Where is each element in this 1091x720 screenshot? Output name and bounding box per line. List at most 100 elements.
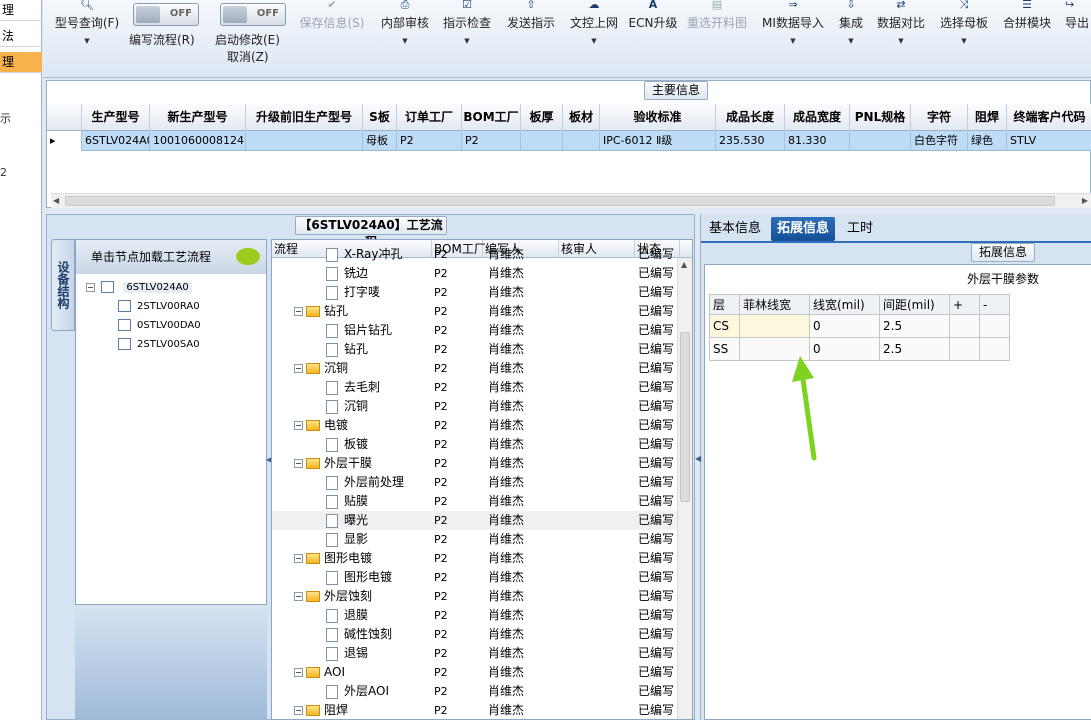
col-header[interactable]: 新生产型号 xyxy=(150,104,246,131)
cell[interactable]: 白色字符 xyxy=(911,131,968,151)
model-query-button[interactable]: 🔍︎ 型号查询(F) ▼ xyxy=(51,0,123,70)
list-item[interactable]: 钻孔 P2 肖维杰 已编写 xyxy=(272,340,678,359)
plus-cell[interactable] xyxy=(949,337,980,361)
list-item[interactable]: − 沉铜 P2 肖维杰 已编写 xyxy=(272,359,678,378)
col-header[interactable]: 字符 xyxy=(911,104,968,131)
tree-node-child[interactable]: 2STLV00RA0 xyxy=(118,299,200,315)
col-header[interactable]: 板厚 xyxy=(521,104,563,131)
collapse-icon[interactable]: − xyxy=(294,307,303,316)
list-item[interactable]: 铣边 P2 肖维杰 已编写 xyxy=(272,264,678,283)
line-width-cell[interactable]: 0 xyxy=(809,314,880,338)
list-item[interactable]: − 钻孔 P2 肖维杰 已编写 xyxy=(272,302,678,321)
collapse-icon[interactable]: − xyxy=(294,364,303,373)
nav-item-3-active[interactable]: 理 xyxy=(0,52,42,73)
scroll-up-icon[interactable]: ▲ xyxy=(681,260,687,269)
cell[interactable]: IPC-6012 Ⅱ级 xyxy=(600,131,716,151)
spacing-cell[interactable]: 2.5 xyxy=(879,337,950,361)
equipment-structure-tab[interactable]: 设备结构 xyxy=(51,239,75,331)
list-item[interactable]: 退锡 P2 肖维杰 已编写 xyxy=(272,644,678,663)
col-header[interactable]: 板材 xyxy=(563,104,600,131)
list-item[interactable]: 显影 P2 肖维杰 已编写 xyxy=(272,530,678,549)
tab-extended-info[interactable]: 拓展信息 xyxy=(771,217,836,241)
collapse-icon[interactable]: − xyxy=(86,282,95,292)
integrate-button[interactable]: ⇩ 集成 ▼ xyxy=(835,0,867,70)
minus-cell[interactable] xyxy=(979,337,1010,361)
list-item[interactable]: − 电镀 P2 肖维杰 已编写 xyxy=(272,416,678,435)
scroll-thumb[interactable] xyxy=(65,196,1055,206)
table-row[interactable]: ▸ 6STLV024A0 10010600081241 母板 P2 P2 IPC… xyxy=(47,131,1091,151)
col-header[interactable]: 订单工厂 xyxy=(397,104,462,131)
tab-work-hours[interactable]: 工时 xyxy=(841,217,879,241)
export-button[interactable]: ↪ 导出 xyxy=(1065,0,1091,70)
cancel-label[interactable]: 取消(Z) xyxy=(227,48,269,65)
horizontal-scrollbar[interactable]: ◀ ▶ xyxy=(51,193,1091,208)
tree-node-child[interactable]: 0STLV00DA0 xyxy=(118,318,201,334)
list-item[interactable]: − 外层干膜 P2 肖维杰 已编写 xyxy=(272,454,678,473)
internal-audit-button[interactable]: ⎙ 内部审核 ▼ xyxy=(377,0,433,70)
scroll-right-icon[interactable]: ▶ xyxy=(1082,196,1088,205)
enable-edit-toggle[interactable]: OFF xyxy=(220,3,286,26)
list-item[interactable]: − 外层蚀刻 P2 肖维杰 已编写 xyxy=(272,587,678,606)
collapse-icon[interactable]: − xyxy=(294,421,303,430)
scroll-left-icon[interactable]: ◀ xyxy=(53,196,59,205)
list-item[interactable]: 退膜 P2 肖维杰 已编写 xyxy=(272,606,678,625)
splitter-right-icon[interactable]: ◀ xyxy=(695,454,701,463)
list-item[interactable]: 去毛刺 P2 肖维杰 已编写 xyxy=(272,378,678,397)
col-header[interactable]: 阻焊 xyxy=(968,104,1007,131)
select-mother-board-button[interactable]: ⤨ 选择母板 ▼ xyxy=(936,0,992,70)
doc-control-online-button[interactable]: ☁ 文控上网 ▼ xyxy=(566,0,622,70)
spacing-cell[interactable]: 2.5 xyxy=(879,314,950,338)
list-item[interactable]: 图形电镀 P2 肖维杰 已编写 xyxy=(272,568,678,587)
cell[interactable]: 81.330 xyxy=(785,131,850,151)
instruction-check-button[interactable]: ☑ 指示检查 ▼ xyxy=(439,0,495,70)
list-item[interactable]: − 图形电镀 P2 肖维杰 已编写 xyxy=(272,549,678,568)
cell[interactable] xyxy=(563,131,600,151)
list-item[interactable]: 铝片钻孔 P2 肖维杰 已编写 xyxy=(272,321,678,340)
cell[interactable]: P2 xyxy=(462,131,521,151)
list-item[interactable]: 外层前处理 P2 肖维杰 已编写 xyxy=(272,473,678,492)
cell[interactable] xyxy=(246,131,363,151)
col-header[interactable]: 成品长度 xyxy=(716,104,785,131)
nav-item-2[interactable]: 法 xyxy=(0,26,42,47)
col-header[interactable]: 终端客户代码 xyxy=(1007,104,1091,131)
list-item[interactable]: 贴膜 P2 肖维杰 已编写 xyxy=(272,492,678,511)
mi-data-import-button[interactable]: ⇒ MI数据导入 ▼ xyxy=(759,0,827,70)
remove-column-button[interactable]: - xyxy=(979,294,1010,315)
data-compare-button[interactable]: ⇄ 数据对比 ▼ xyxy=(873,0,929,70)
table-row[interactable]: SS 0 2.5 xyxy=(709,337,1010,361)
cell[interactable]: 6STLV024A0 xyxy=(82,131,150,151)
cell[interactable] xyxy=(850,131,911,151)
tree-node-child[interactable]: 2STLV00SA0 xyxy=(118,337,200,353)
cell[interactable] xyxy=(521,131,563,151)
layer-cell[interactable]: SS xyxy=(709,337,740,361)
tab-basic-info[interactable]: 基本信息 xyxy=(703,217,767,241)
list-item[interactable]: 曝光 P2 肖维杰 已编写 xyxy=(272,511,678,530)
col-header[interactable]: S板 xyxy=(363,104,397,131)
list-item[interactable]: − AOI P2 肖维杰 已编写 xyxy=(272,663,678,682)
tree-node-root[interactable]: − 6STLV024A0 xyxy=(86,280,192,296)
ecn-upgrade-button[interactable]: A ECN升级 xyxy=(628,0,678,70)
list-item[interactable]: 打字唛 P2 肖维杰 已编写 xyxy=(272,283,678,302)
layer-cell[interactable]: CS xyxy=(709,314,740,338)
list-item[interactable]: 外层AOI P2 肖维杰 已编写 xyxy=(272,682,678,701)
cell[interactable]: 母板 xyxy=(363,131,397,151)
vertical-scrollbar[interactable]: ▲ xyxy=(677,258,692,719)
merge-module-button[interactable]: ☰ 合拼模块 xyxy=(999,0,1055,70)
nav-item-1[interactable]: 理 xyxy=(0,0,42,21)
plus-cell[interactable] xyxy=(949,314,980,338)
collapse-icon[interactable]: − xyxy=(294,554,303,563)
col-header[interactable]: 升级前旧生产型号 xyxy=(246,104,363,131)
write-flow-toggle[interactable]: OFF xyxy=(133,3,199,26)
list-item[interactable]: 板镀 P2 肖维杰 已编写 xyxy=(272,435,678,454)
col-header[interactable]: 验收标准 xyxy=(600,104,716,131)
collapse-icon[interactable]: − xyxy=(294,459,303,468)
cell[interactable]: STLV xyxy=(1007,131,1091,151)
list-item[interactable]: 沉铜 P2 肖维杰 已编写 xyxy=(272,397,678,416)
col-header[interactable]: BOM工厂 xyxy=(462,104,521,131)
collapse-icon[interactable]: − xyxy=(294,706,303,715)
cell[interactable]: 235.530 xyxy=(716,131,785,151)
col-header[interactable]: 生产型号 xyxy=(82,104,150,131)
cell[interactable]: P2 xyxy=(397,131,462,151)
col-header[interactable]: 成品宽度 xyxy=(785,104,850,131)
list-item[interactable]: − 阻焊 P2 肖维杰 已编写 xyxy=(272,701,678,719)
